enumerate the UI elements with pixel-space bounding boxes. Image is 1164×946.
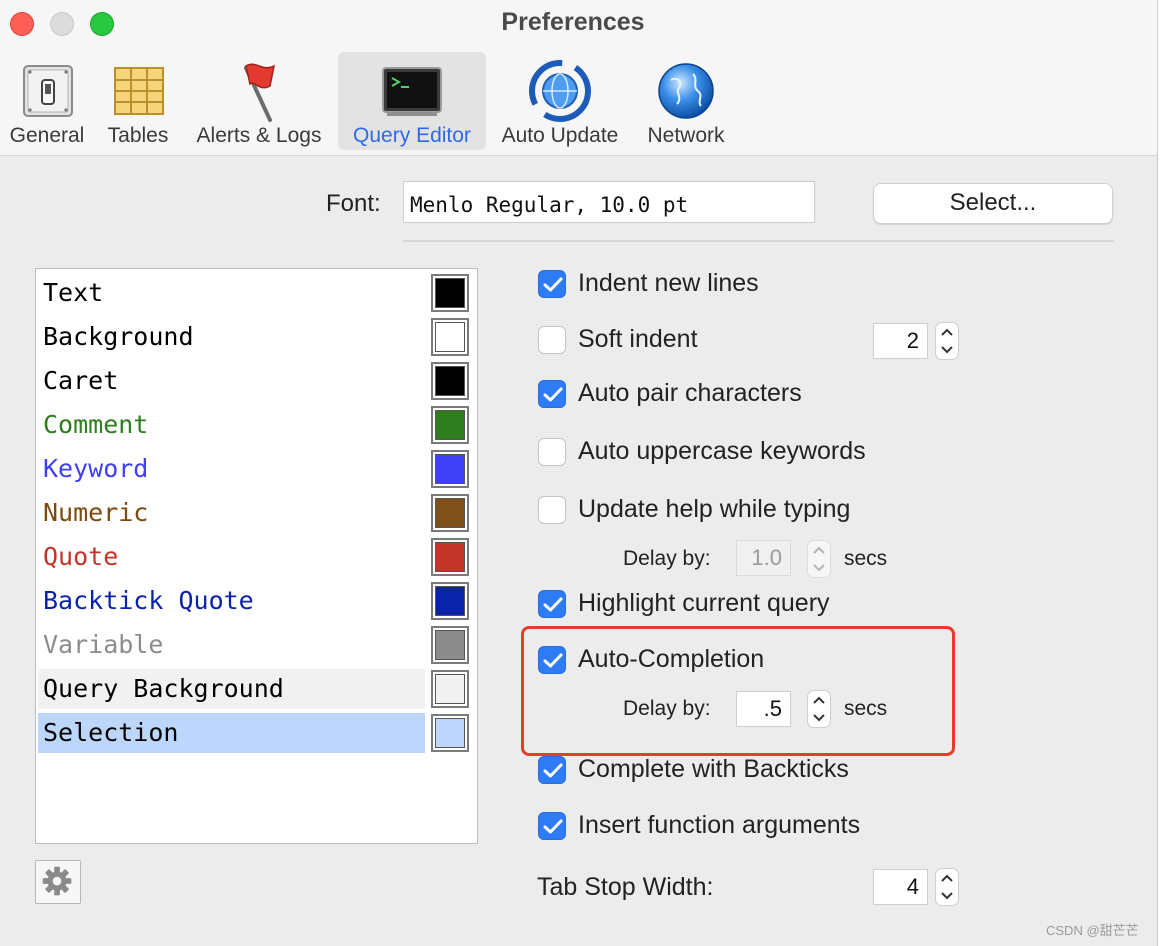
color-well-numeric[interactable] (431, 494, 469, 532)
watermark: CSDN @甜芒芒 (1046, 923, 1139, 938)
color-well-text[interactable] (431, 274, 469, 312)
insert-function-arguments-label: Insert function arguments (578, 811, 861, 839)
color-well-background[interactable] (431, 318, 469, 356)
font-label: Font: (326, 190, 381, 217)
color-well-query-background[interactable] (431, 670, 469, 708)
soft-indent-stepper[interactable] (935, 322, 959, 360)
color-row-keyword[interactable]: Keyword (38, 449, 425, 489)
checkmark-icon (543, 387, 563, 402)
color-theme-menu-button[interactable] (35, 860, 81, 904)
chevron-down-icon (941, 892, 953, 900)
color-well-selection[interactable] (431, 714, 469, 752)
insert-function-arguments-checkbox[interactable] (538, 812, 566, 840)
color-row-label: Text (43, 278, 104, 307)
color-row-label: Numeric (43, 498, 149, 527)
color-row-label: Caret (43, 366, 119, 395)
color-row-label: Background (43, 322, 194, 351)
auto-uppercase-keywords-checkbox[interactable] (538, 438, 566, 466)
color-row-label: Backtick Quote (43, 586, 254, 615)
color-well-backtick-quote[interactable] (431, 582, 469, 620)
tab-auto-update[interactable]: Auto Update (492, 52, 628, 150)
table-grid-icon (114, 67, 164, 115)
switch-icon (23, 65, 73, 117)
tab-general-label: General (9, 124, 85, 147)
indent-new-lines-label: Indent new lines (578, 269, 759, 297)
tab-tables[interactable]: Tables (98, 52, 178, 150)
tab-general[interactable]: General (4, 52, 90, 150)
chevron-up-icon (813, 546, 825, 554)
terminal-icon (382, 67, 442, 116)
tab-stop-width-label: Tab Stop Width: (537, 873, 714, 901)
toolbar: Preferences General Tables Alerts & Logs… (0, 0, 1157, 156)
tab-alerts-logs[interactable]: Alerts & Logs (186, 52, 332, 150)
flag-icon (244, 63, 276, 122)
tab-network-label: Network (647, 124, 725, 147)
gear-icon (42, 866, 72, 896)
color-row-selection[interactable]: Selection (38, 713, 425, 753)
tab-stop-width-stepper[interactable] (935, 868, 959, 906)
font-field: Menlo Regular, 10.0 pt (403, 181, 815, 223)
checkmark-icon (543, 763, 563, 778)
complete-with-backticks-label: Complete with Backticks (578, 755, 849, 783)
auto-pair-characters-label: Auto pair characters (578, 379, 802, 407)
color-row-numeric[interactable]: Numeric (38, 493, 425, 533)
color-well-keyword[interactable] (431, 450, 469, 488)
tab-auto-update-label: Auto Update (501, 124, 619, 147)
chevron-up-icon (941, 328, 953, 336)
color-row-quote[interactable]: Quote (38, 537, 425, 577)
color-row-label: Selection (43, 718, 179, 747)
checkmark-icon (543, 277, 563, 292)
color-well-caret[interactable] (431, 362, 469, 400)
color-well-variable[interactable] (431, 626, 469, 664)
chevron-down-icon (941, 346, 953, 354)
color-row-text[interactable]: Text (38, 273, 425, 313)
tab-tables-label: Tables (107, 124, 169, 147)
tab-query-editor-label: Query Editor (353, 124, 471, 147)
preferences-window: Preferences General Tables Alerts & Logs… (0, 0, 1158, 946)
checkmark-icon (543, 819, 563, 834)
color-row-query-background[interactable]: Query Background (38, 669, 425, 709)
color-row-backtick-quote[interactable]: Backtick Quote (38, 581, 425, 621)
update-help-label: Update help while typing (578, 495, 851, 523)
color-row-label: Variable (43, 630, 164, 659)
tab-alerts-logs-label: Alerts & Logs (196, 124, 322, 147)
help-delay-label: Delay by: (623, 547, 711, 570)
help-delay-field[interactable]: 1.0 (736, 540, 791, 576)
tab-network[interactable]: Network (636, 52, 736, 150)
highlight-current-query-label: Highlight current query (578, 589, 830, 617)
select-font-button[interactable]: Select... (873, 183, 1113, 224)
color-row-label: Query Background (43, 674, 284, 703)
help-delay-unit: secs (844, 547, 888, 570)
chevron-down-icon (813, 564, 825, 572)
color-row-background[interactable]: Background (38, 317, 425, 357)
color-well-quote[interactable] (431, 538, 469, 576)
soft-indent-checkbox[interactable] (538, 326, 566, 354)
syntax-color-list[interactable]: Text Background Caret Comment Keyword Nu… (35, 268, 478, 844)
soft-indent-width-field[interactable]: 2 (873, 323, 928, 359)
color-row-label: Comment (43, 410, 149, 439)
update-globe-icon (529, 60, 591, 122)
annotation-highlight-box (521, 626, 955, 756)
chevron-up-icon (941, 874, 953, 882)
color-row-label: Quote (43, 542, 119, 571)
window-title: Preferences (501, 8, 645, 36)
color-row-comment[interactable]: Comment (38, 405, 425, 445)
help-delay-stepper[interactable] (807, 540, 831, 578)
update-help-checkbox[interactable] (538, 496, 566, 524)
color-row-caret[interactable]: Caret (38, 361, 425, 401)
indent-new-lines-checkbox[interactable] (538, 270, 566, 298)
tab-query-editor[interactable]: Query Editor (338, 52, 486, 150)
auto-pair-characters-checkbox[interactable] (538, 380, 566, 408)
soft-indent-label: Soft indent (578, 325, 698, 353)
highlight-current-query-checkbox[interactable] (538, 590, 566, 618)
color-well-comment[interactable] (431, 406, 469, 444)
divider (403, 240, 1114, 242)
checkmark-icon (543, 597, 563, 612)
color-row-label: Keyword (43, 454, 149, 483)
auto-uppercase-keywords-label: Auto uppercase keywords (578, 437, 866, 465)
complete-with-backticks-checkbox[interactable] (538, 756, 566, 784)
tab-stop-width-field[interactable]: 4 (873, 869, 928, 905)
color-row-variable[interactable]: Variable (38, 625, 425, 665)
globe-icon (658, 63, 714, 119)
